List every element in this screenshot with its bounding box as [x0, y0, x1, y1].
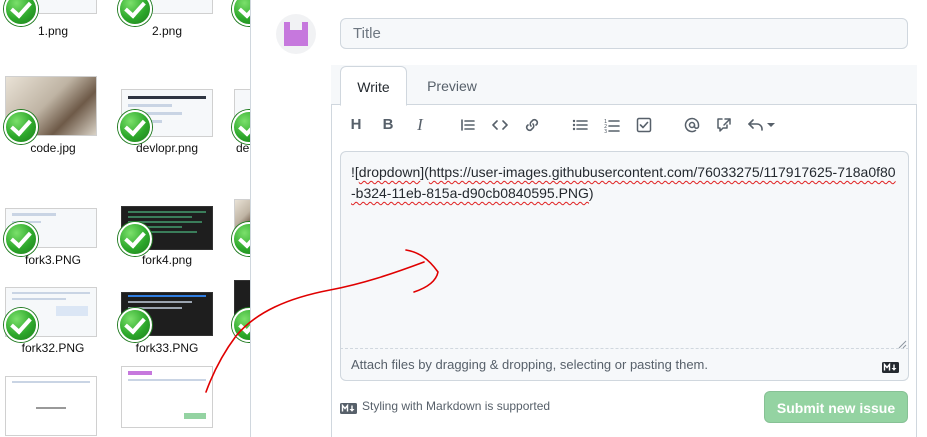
- body-text: ![: [351, 164, 359, 180]
- file-name[interactable]: fork4.png: [117, 253, 217, 267]
- file-name[interactable]: code.jpg: [3, 141, 103, 155]
- sync-check-icon: [118, 222, 152, 256]
- markdown-icon[interactable]: [882, 360, 899, 373]
- sync-check-icon: [4, 222, 38, 256]
- body-text: ): [588, 185, 594, 201]
- sync-check-icon: [118, 308, 152, 342]
- body-image-url: https://user-images.githubusercontent.co…: [351, 164, 896, 201]
- sync-check-icon: [118, 110, 152, 144]
- reply-icon[interactable]: [748, 115, 776, 135]
- file-thumbnail[interactable]: [5, 376, 97, 436]
- issue-title-input[interactable]: [340, 18, 908, 49]
- file-explorer: 1.png 2.png code.jpg devlopr.png de fork…: [0, 0, 250, 437]
- italic-icon[interactable]: I: [410, 115, 430, 135]
- resize-grip-icon[interactable]: [897, 336, 907, 349]
- unordered-list-icon[interactable]: [570, 115, 590, 135]
- file-name[interactable]: fork3.PNG: [3, 253, 103, 267]
- issue-body-textarea[interactable]: ![dropdown](https://user-images.githubus…: [340, 151, 909, 349]
- link-icon[interactable]: [522, 115, 542, 135]
- sync-check-icon: [232, 0, 250, 26]
- attach-files-bar[interactable]: Attach files by dragging & dropping, sel…: [340, 349, 909, 381]
- body-text-misspelled: dropdown: [358, 164, 421, 180]
- cross-reference-icon[interactable]: [714, 115, 734, 135]
- sync-check-icon: [118, 0, 152, 26]
- sync-check-icon: [4, 0, 38, 26]
- submit-new-issue-button[interactable]: Submit new issue: [764, 391, 908, 423]
- sync-check-icon: [4, 110, 38, 144]
- file-name[interactable]: de: [236, 141, 250, 155]
- attach-files-hint: Attach files by dragging & dropping, sel…: [351, 357, 708, 372]
- tab-preview[interactable]: Preview: [414, 66, 490, 106]
- file-name[interactable]: fork33.PNG: [117, 341, 217, 355]
- markdown-icon: [340, 401, 357, 414]
- bold-icon[interactable]: B: [378, 115, 398, 135]
- sync-check-icon: [4, 308, 38, 342]
- code-icon[interactable]: [490, 115, 510, 135]
- quote-icon[interactable]: [458, 115, 478, 135]
- file-name[interactable]: fork32.PNG: [3, 341, 103, 355]
- svg-text:3: 3: [604, 129, 607, 133]
- body-text: ](: [420, 164, 429, 180]
- heading-icon[interactable]: H: [346, 115, 366, 135]
- file-name[interactable]: 1.png: [3, 24, 103, 38]
- mention-icon[interactable]: [682, 115, 702, 135]
- task-list-icon[interactable]: [634, 115, 654, 135]
- file-name[interactable]: 2.png: [117, 24, 217, 38]
- file-thumbnail[interactable]: [121, 366, 213, 428]
- file-name[interactable]: devlopr.png: [117, 141, 217, 155]
- tab-write[interactable]: Write: [340, 66, 407, 106]
- markdown-supported-link[interactable]: Styling with Markdown is supported: [362, 398, 550, 415]
- user-avatar: [276, 14, 316, 54]
- ordered-list-icon[interactable]: 123: [602, 115, 622, 135]
